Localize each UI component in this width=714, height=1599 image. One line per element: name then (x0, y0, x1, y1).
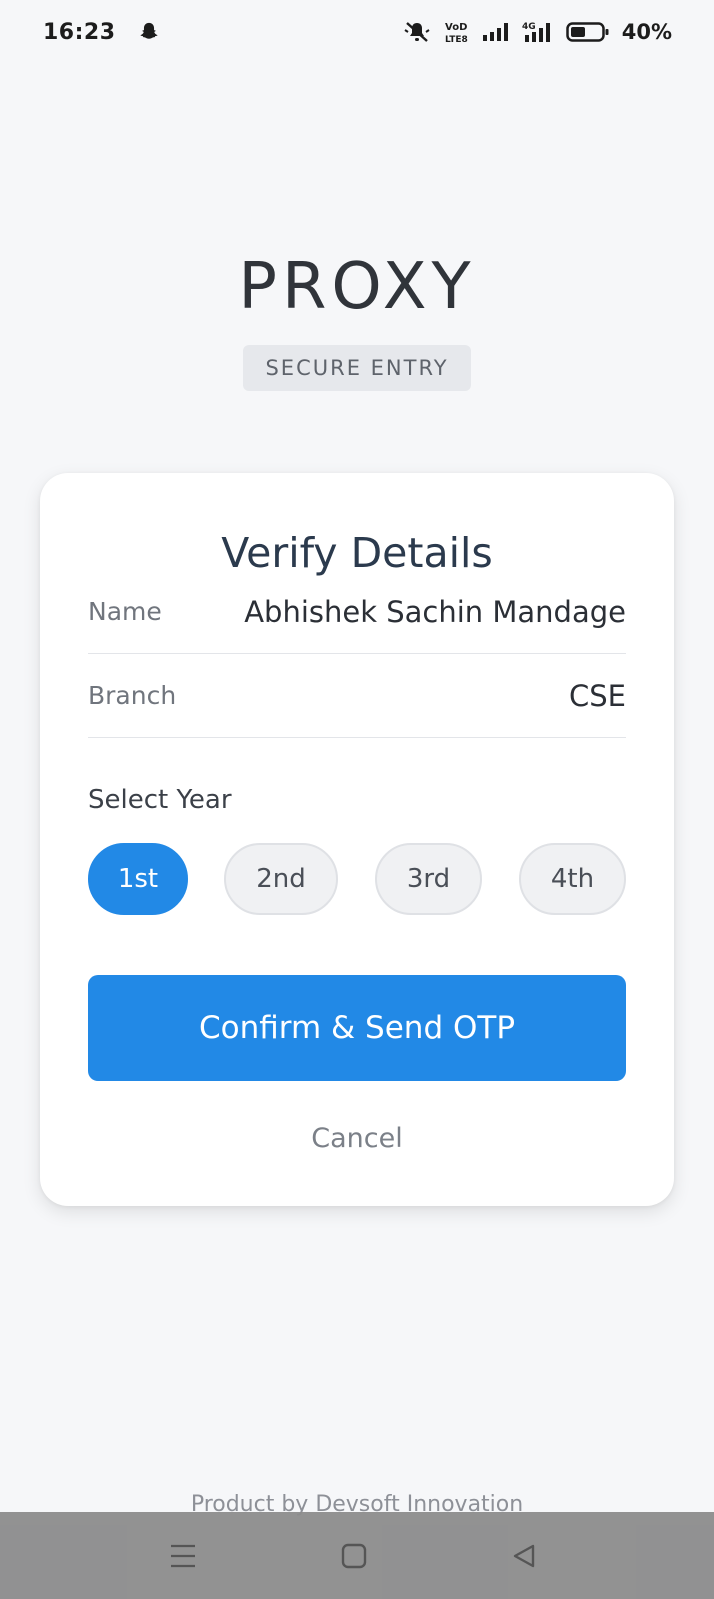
navigation-bar (0, 1512, 714, 1599)
signal-4g-icon: 4G (522, 20, 554, 44)
status-left: 16:23 (43, 20, 160, 45)
snapchat-ghost-icon (138, 21, 160, 43)
back-icon[interactable] (508, 1540, 540, 1572)
name-row: Name Abhishek Sachin Mandage (88, 570, 626, 654)
year-option-1st[interactable]: 1st (88, 843, 188, 915)
branch-row: Branch CSE (88, 654, 626, 738)
branch-label: Branch (88, 681, 177, 710)
status-right: VoD LTE8 4G 40% (402, 20, 672, 44)
svg-text:VoD: VoD (445, 22, 467, 33)
year-selector: 1st 2nd 3rd 4th (88, 843, 626, 915)
volte-icon: VoD LTE8 (444, 20, 470, 44)
badge-wrap: SECURE ENTRY (0, 345, 714, 391)
signal-icon (482, 22, 510, 42)
select-year-label: Select Year (88, 785, 232, 815)
app-title: PROXY (238, 250, 476, 324)
cancel-button[interactable]: Cancel (40, 1123, 674, 1154)
status-bar: 16:23 VoD LTE8 4G 40% (0, 0, 714, 64)
confirm-send-otp-button[interactable]: Confirm & Send OTP (88, 975, 626, 1081)
branch-value: CSE (569, 678, 626, 713)
year-option-2nd[interactable]: 2nd (224, 843, 338, 915)
battery-percent: 40% (621, 20, 672, 44)
battery-icon (565, 21, 610, 43)
menu-icon[interactable] (167, 1540, 199, 1572)
home-icon[interactable] (338, 1540, 370, 1572)
mute-icon (402, 20, 432, 44)
svg-text:4G: 4G (522, 22, 536, 32)
name-label: Name (88, 597, 162, 626)
year-option-4th[interactable]: 4th (519, 843, 626, 915)
secure-entry-badge: SECURE ENTRY (243, 345, 471, 391)
name-value: Abhishek Sachin Mandage (244, 594, 626, 629)
year-option-3rd[interactable]: 3rd (375, 843, 482, 915)
status-time: 16:23 (43, 19, 116, 45)
svg-text:LTE8: LTE8 (445, 35, 468, 44)
verify-details-card: Verify Details Name Abhishek Sachin Mand… (40, 473, 674, 1206)
